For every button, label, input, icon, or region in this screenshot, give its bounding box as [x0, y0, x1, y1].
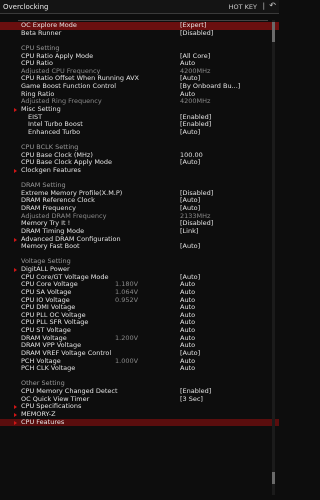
setting-label: Enhanced Turbo	[28, 127, 81, 136]
submenu-arrow-icon	[14, 412, 17, 417]
setting-label: CPU Features	[21, 417, 65, 426]
submenu-arrow-icon	[14, 420, 17, 425]
title-bar: Overclocking HOT KEY | ↶	[0, 0, 279, 14]
setting-label: Memory Fast Boot	[21, 242, 80, 251]
submenu-arrow-icon	[14, 168, 17, 173]
scrollbar-thumb-lower[interactable]	[272, 472, 275, 484]
submenu-arrow-icon	[14, 268, 17, 272]
submenu-item[interactable]: CPU Features	[0, 417, 279, 427]
back-icon[interactable]: ↶	[269, 1, 276, 10]
setting-label: PCH CLK Voltage	[21, 364, 76, 373]
setting-label: Clockgen Features	[21, 165, 81, 174]
submenu-arrow-icon	[14, 107, 17, 112]
submenu-arrow-icon	[14, 405, 17, 410]
scrollbar-thumb[interactable]	[272, 22, 275, 42]
separator-icon: |	[262, 2, 265, 10]
setting-value[interactable]: [3 Sec]	[180, 395, 203, 404]
settings-list: OC Explore Mode [Expert] Beta Runner [Disab…	[0, 21, 279, 427]
setting-value[interactable]: [Auto]	[180, 159, 200, 167]
hotkey-button[interactable]: HOT KEY	[229, 3, 257, 11]
setting-row[interactable]: Memory Fast Boot [Auto]	[0, 242, 279, 251]
setting-value[interactable]: [Auto]	[180, 128, 200, 137]
window-title: Overclocking	[3, 3, 49, 11]
setting-value: 4200MHz	[180, 97, 211, 106]
setting-value[interactable]: Auto	[180, 364, 195, 373]
current-voltage-readout: 1.200V	[115, 333, 139, 342]
setting-row[interactable]: Beta Runner [Disabled]	[0, 28, 279, 38]
setting-row[interactable]: PCH CLK Voltage Auto	[0, 364, 279, 373]
setting-label: Beta Runner	[21, 28, 62, 37]
setting-value[interactable]: [Link]	[180, 227, 198, 236]
current-voltage-readout: 0.952V	[115, 295, 139, 304]
setting-value[interactable]: [Auto]	[180, 242, 200, 251]
submenu-arrow-icon	[14, 237, 17, 242]
setting-value[interactable]: [Disabled]	[180, 29, 213, 38]
current-voltage-readout: 1.000V	[115, 356, 139, 365]
scrollbar[interactable]	[272, 20, 275, 495]
setting-row[interactable]: Enhanced Turbo [Auto]	[0, 127, 279, 137]
submenu-item[interactable]: Clockgen Features	[0, 165, 279, 175]
